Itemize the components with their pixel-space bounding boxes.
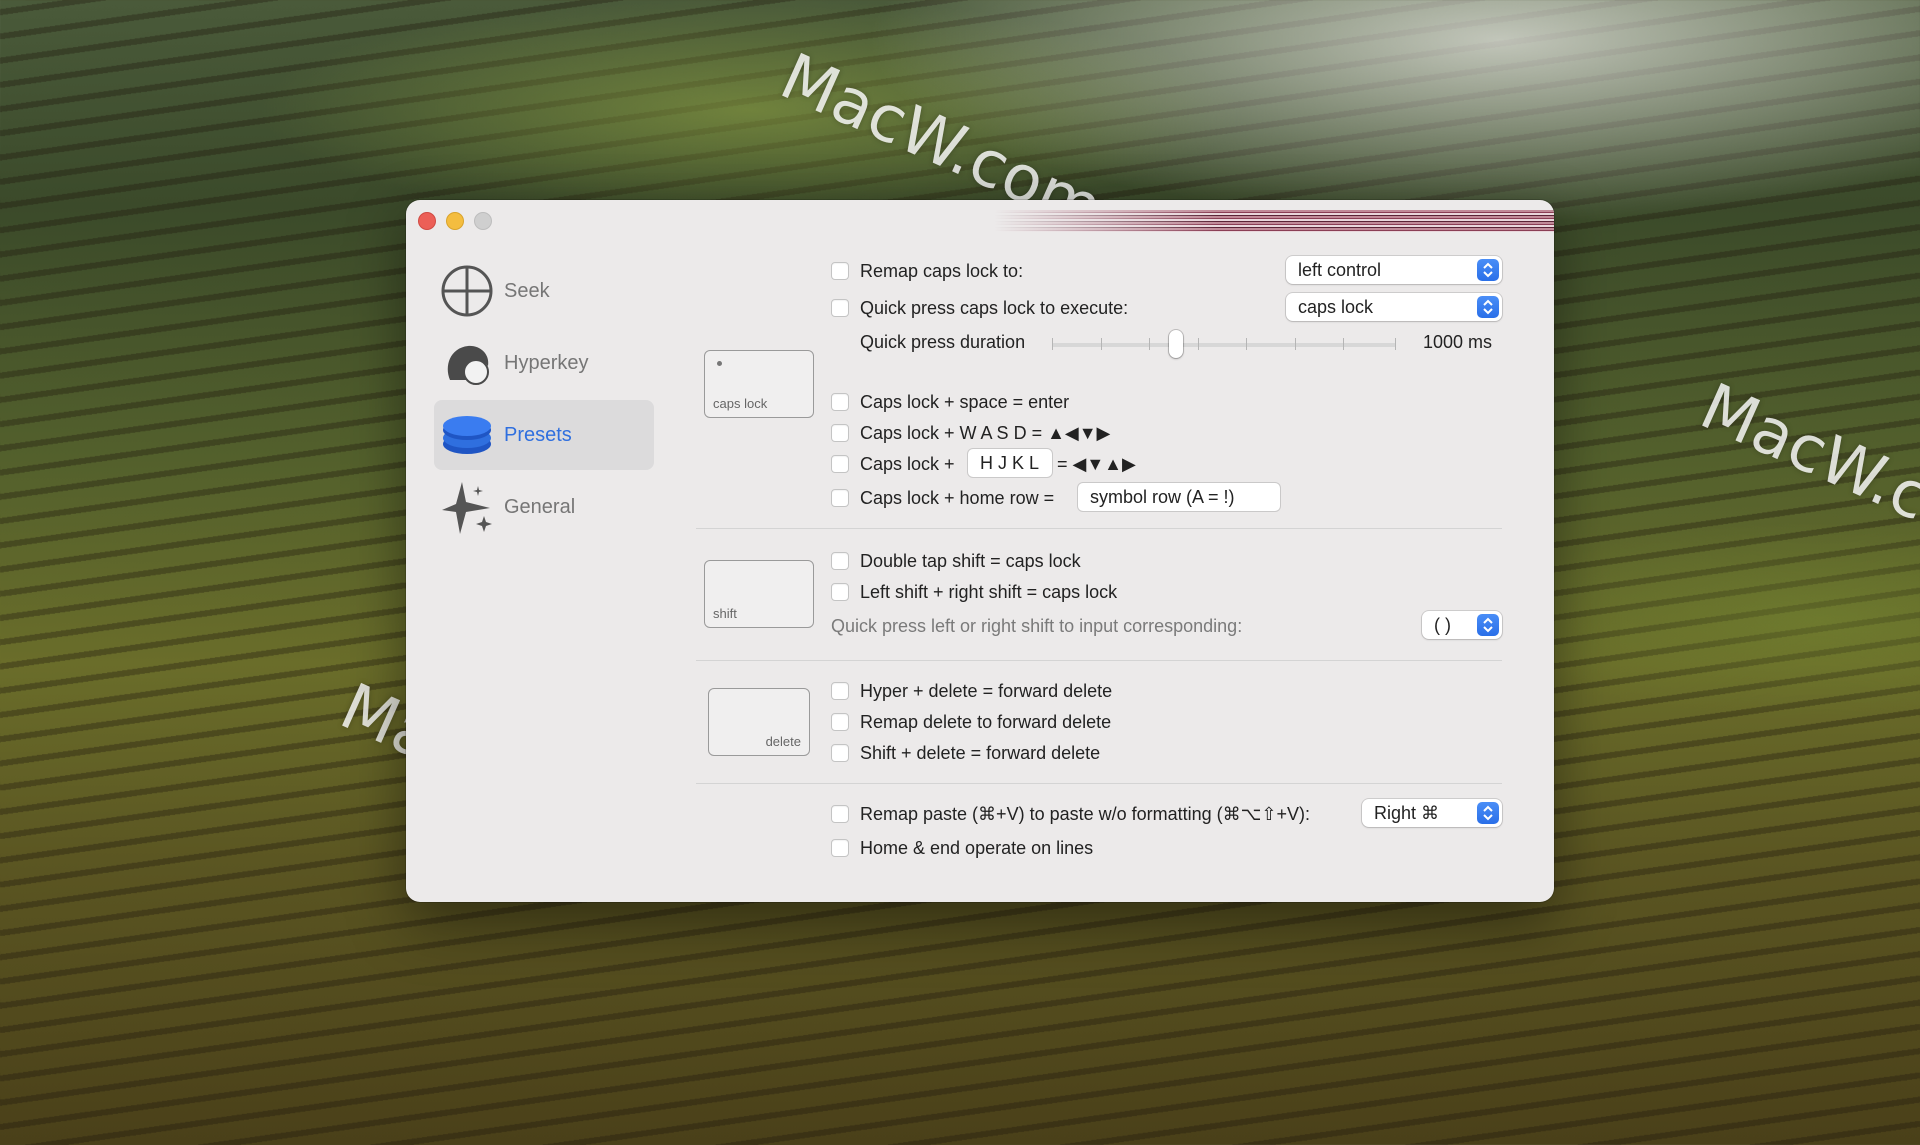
left-right-shift-checkbox[interactable]	[831, 583, 849, 601]
caps-home-row-checkbox[interactable]	[831, 489, 849, 507]
caps-lock-indicator	[717, 361, 722, 366]
caps-hjkl-prefix: Caps lock +	[860, 454, 955, 474]
home-end-lines-label: Home & end operate on lines	[860, 838, 1094, 858]
caps-wasd-label: Caps lock + W A S D = ▲◀▼▶	[860, 423, 1111, 443]
hjkl-keys-field[interactable]: H J K L	[968, 449, 1052, 477]
keycap-label: shift	[713, 606, 737, 621]
remap-paste-label: Remap paste (⌘+V) to paste w/o formattin…	[860, 804, 1310, 824]
double-tap-shift-label: Double tap shift = caps lock	[860, 551, 1081, 571]
sidebar-item-presets[interactable]: Presets	[434, 400, 654, 470]
quick-press-duration-label: Quick press duration	[860, 332, 1026, 352]
quick-press-shift-label: Quick press left or right shift to input…	[831, 616, 1243, 636]
sidebar-item-seek[interactable]: Seek	[434, 256, 654, 326]
remap-delete-checkbox[interactable]	[831, 713, 849, 731]
select-value: caps lock	[1298, 296, 1374, 317]
slider-tick	[1149, 338, 1150, 350]
presets-window: Seek Hyperkey Presets General caps lock …	[406, 200, 1554, 902]
remap-caps-lock-select[interactable]: left control	[1286, 256, 1502, 284]
double-tap-shift-checkbox[interactable]	[831, 552, 849, 570]
chevron-updown-icon	[1477, 259, 1499, 281]
remap-caps-lock-checkbox[interactable]	[831, 262, 849, 280]
remap-delete-label: Remap delete to forward delete	[860, 712, 1112, 732]
slider-tick	[1295, 338, 1296, 350]
left-right-shift-label: Left shift + right shift = caps lock	[860, 582, 1118, 602]
quick-press-caps-lock-label: Quick press caps lock to execute:	[860, 298, 1129, 318]
close-button[interactable]	[418, 212, 436, 230]
home-row-field[interactable]: symbol row (A = !)	[1078, 483, 1280, 511]
quick-press-shift-select[interactable]: ( )	[1422, 611, 1502, 639]
sidebar-item-label: Presets	[504, 423, 572, 446]
sparkle-icon	[442, 482, 492, 534]
quick-press-caps-lock-checkbox[interactable]	[831, 299, 849, 317]
slider-tick	[1101, 338, 1102, 350]
chevron-updown-icon	[1477, 802, 1499, 824]
crosshair-icon	[441, 265, 493, 317]
field-value: H J K L	[980, 452, 1040, 473]
caps-wasd-checkbox[interactable]	[831, 424, 849, 442]
section-divider	[696, 660, 1502, 661]
remap-paste-checkbox[interactable]	[831, 805, 849, 823]
caps-hjkl-suffix: = ◀▼▲▶	[1057, 454, 1136, 474]
hyperkey-head-icon	[447, 345, 489, 385]
slider-tick	[1052, 338, 1053, 350]
section-divider	[696, 528, 1502, 529]
titlebar-decoration	[994, 210, 1554, 232]
chevron-updown-icon	[1477, 614, 1499, 636]
select-value: Right ⌘	[1374, 802, 1440, 823]
caps-home-row-label: Caps lock + home row =	[860, 488, 1055, 508]
shift-delete-checkbox[interactable]	[831, 744, 849, 762]
slider-tick	[1198, 338, 1199, 350]
delete-keycap: delete	[708, 688, 810, 756]
quick-press-duration-value: 1000 ms	[1423, 332, 1493, 352]
shift-delete-label: Shift + delete = forward delete	[860, 743, 1101, 763]
shift-keycap: shift	[704, 560, 814, 628]
zoom-button[interactable]	[474, 212, 492, 230]
sidebar-item-label: Seek	[504, 279, 550, 302]
hyper-delete-label: Hyper + delete = forward delete	[860, 681, 1113, 701]
sidebar-item-label: General	[504, 495, 576, 518]
keycap-label: delete	[765, 734, 801, 749]
section-divider	[696, 783, 1502, 784]
sidebar-item-hyperkey[interactable]: Hyperkey	[434, 328, 654, 398]
caps-space-enter-label: Caps lock + space = enter	[860, 392, 1070, 412]
chevron-updown-icon	[1477, 296, 1499, 318]
field-value: symbol row (A = !)	[1090, 486, 1235, 507]
select-value: left control	[1298, 259, 1382, 280]
slider-knob[interactable]	[1168, 330, 1183, 358]
remap-caps-lock-label: Remap caps lock to:	[860, 261, 1024, 281]
presets-stack-icon	[443, 416, 491, 454]
caps-hjkl-checkbox[interactable]	[831, 455, 849, 473]
watermark: MacW.com	[1689, 370, 1920, 577]
caps-lock-keycap: caps lock	[704, 350, 814, 418]
slider-tick	[1395, 338, 1396, 350]
keycap-label: caps lock	[713, 396, 768, 411]
minimize-button[interactable]	[446, 212, 464, 230]
slider-tick	[1343, 338, 1344, 350]
hyper-delete-checkbox[interactable]	[831, 682, 849, 700]
select-value: ( )	[1434, 614, 1451, 635]
remap-paste-select[interactable]: Right ⌘	[1362, 799, 1502, 827]
home-end-lines-checkbox[interactable]	[831, 839, 849, 857]
quick-press-duration-slider[interactable]	[1052, 343, 1396, 347]
slider-tick	[1246, 338, 1247, 350]
caps-space-enter-checkbox[interactable]	[831, 393, 849, 411]
sidebar-item-label: Hyperkey	[504, 351, 589, 374]
quick-press-caps-lock-select[interactable]: caps lock	[1286, 293, 1502, 321]
sidebar-item-general[interactable]: General	[434, 472, 654, 542]
